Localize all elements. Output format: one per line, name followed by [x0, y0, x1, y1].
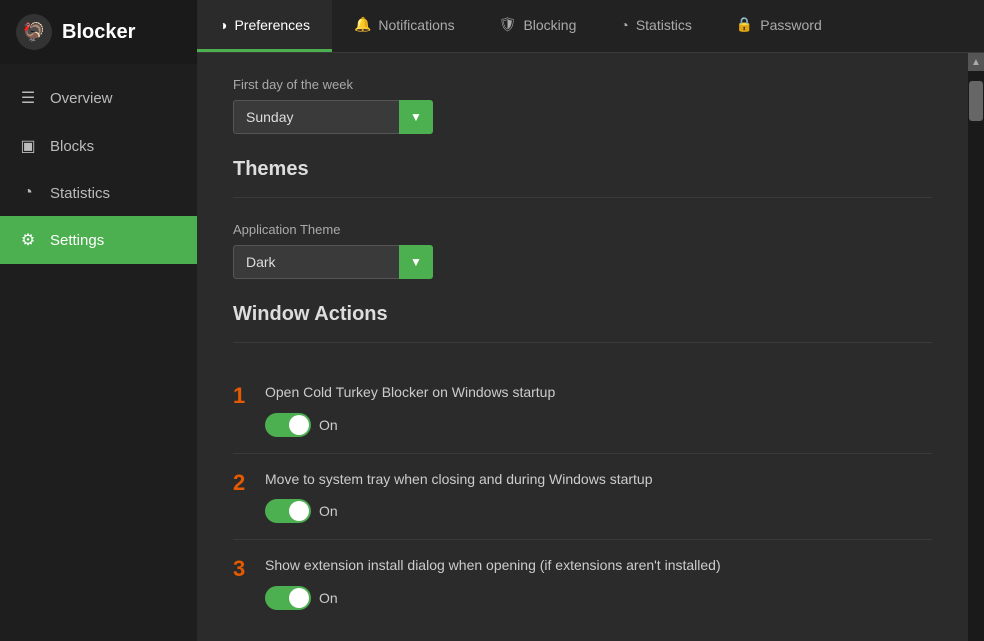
settings-icon: ⚙: [18, 230, 38, 250]
toggle-row-1: On: [265, 413, 932, 437]
sidebar-item-statistics-label: Statistics: [50, 185, 110, 202]
action-row-2: 2 Move to system tray when closing and d…: [233, 470, 932, 500]
toggle-3[interactable]: [265, 586, 311, 610]
toggle-row-3: On: [265, 586, 932, 610]
sidebar-item-settings-label: Settings: [50, 232, 104, 249]
toggle-label-1: On: [319, 417, 338, 433]
app-theme-select-wrapper: Dark Light System Default ▼: [233, 245, 433, 279]
themes-title: Themes: [233, 158, 932, 181]
app-theme-label: Application Theme: [233, 222, 932, 237]
toggle-row-2: On: [265, 499, 932, 523]
action-row-1: 1 Open Cold Turkey Blocker on Windows st…: [233, 383, 932, 413]
action-desc-2: Move to system tray when closing and dur…: [265, 470, 653, 490]
blocking-tab-icon: 🛡: [499, 16, 517, 33]
sidebar-logo: 🦃 Blocker: [0, 0, 197, 64]
sidebar-item-statistics[interactable]: ◔ Statistics: [0, 170, 197, 216]
tab-blocking[interactable]: 🛡 Blocking: [477, 0, 599, 52]
scrollbar-track: ▲ ▼: [968, 53, 984, 641]
tab-notifications[interactable]: 🔔 Notifications: [332, 0, 477, 52]
toggle-label-2: On: [319, 503, 338, 519]
tab-password[interactable]: 🔒 Password: [714, 0, 844, 52]
first-day-select-wrapper: Sunday Monday Tuesday ▼: [233, 100, 433, 134]
tab-preferences-label: Preferences: [234, 17, 309, 33]
first-day-select[interactable]: Sunday Monday Tuesday: [233, 100, 433, 134]
tab-statistics-label: Statistics: [636, 17, 692, 33]
themes-section: Themes Application Theme Dark Light Syst…: [233, 158, 932, 303]
scrollbar-thumb[interactable]: [969, 81, 983, 121]
tab-password-label: Password: [760, 17, 821, 33]
toggle-knob-3: [289, 588, 309, 608]
sidebar-item-overview-label: Overview: [50, 90, 113, 107]
action-number-3: 3: [233, 558, 255, 580]
toggle-label-3: On: [319, 590, 338, 606]
preferences-tab-icon: ◑: [219, 17, 227, 33]
action-number-2: 2: [233, 472, 255, 494]
toggle-1[interactable]: [265, 413, 311, 437]
action-row-3: 3 Show extension install dialog when ope…: [233, 556, 932, 586]
toggle-knob-2: [289, 501, 309, 521]
window-actions-divider: [233, 342, 932, 343]
tab-statistics[interactable]: ◔ Statistics: [598, 0, 713, 52]
overview-icon: ☰: [18, 88, 38, 108]
notifications-tab-icon: 🔔: [354, 16, 371, 33]
sidebar-item-overview[interactable]: ☰ Overview: [0, 74, 197, 122]
toggle-2[interactable]: [265, 499, 311, 523]
first-day-label: First day of the week: [233, 77, 932, 92]
tab-preferences[interactable]: ◑ Preferences: [197, 0, 332, 52]
app-logo-icon: 🦃: [16, 14, 52, 50]
tab-notifications-label: Notifications: [378, 17, 454, 33]
action-item-1: 1 Open Cold Turkey Blocker on Windows st…: [233, 367, 932, 454]
action-desc-3: Show extension install dialog when openi…: [265, 556, 721, 576]
themes-divider: [233, 197, 932, 198]
sidebar-nav: ☰ Overview ▣ Blocks ◔ Statistics ⚙ Setti…: [0, 64, 197, 641]
sidebar-item-settings[interactable]: ⚙ Settings: [0, 216, 197, 264]
window-actions-title: Window Actions: [233, 303, 932, 326]
blocks-icon: ▣: [18, 136, 38, 156]
action-list: 1 Open Cold Turkey Blocker on Windows st…: [233, 367, 932, 626]
preferences-content: First day of the week Sunday Monday Tues…: [197, 53, 968, 641]
main-content: ◑ Preferences 🔔 Notifications 🛡 Blocking…: [197, 0, 984, 641]
sidebar-item-blocks-label: Blocks: [50, 138, 94, 155]
action-item-2: 2 Move to system tray when closing and d…: [233, 454, 932, 541]
window-actions-section: Window Actions 1 Open Cold Turkey Blocke…: [233, 303, 932, 626]
app-theme-select[interactable]: Dark Light System Default: [233, 245, 433, 279]
tab-bar: ◑ Preferences 🔔 Notifications 🛡 Blocking…: [197, 0, 984, 53]
tab-blocking-label: Blocking: [523, 17, 576, 33]
sidebar-item-blocks[interactable]: ▣ Blocks: [0, 122, 197, 170]
sidebar: 🦃 Blocker ☰ Overview ▣ Blocks ◔ Statisti…: [0, 0, 197, 641]
scrollbar-up-button[interactable]: ▲: [968, 53, 984, 71]
action-desc-1: Open Cold Turkey Blocker on Windows star…: [265, 383, 555, 403]
first-day-section: First day of the week Sunday Monday Tues…: [233, 77, 932, 158]
statistics-tab-icon: ◔: [620, 17, 628, 33]
action-number-1: 1: [233, 385, 255, 407]
app-title: Blocker: [62, 21, 135, 44]
password-tab-icon: 🔒: [736, 16, 753, 33]
action-item-3: 3 Show extension install dialog when ope…: [233, 540, 932, 626]
statistics-icon: ◔: [18, 184, 38, 202]
toggle-knob-1: [289, 415, 309, 435]
